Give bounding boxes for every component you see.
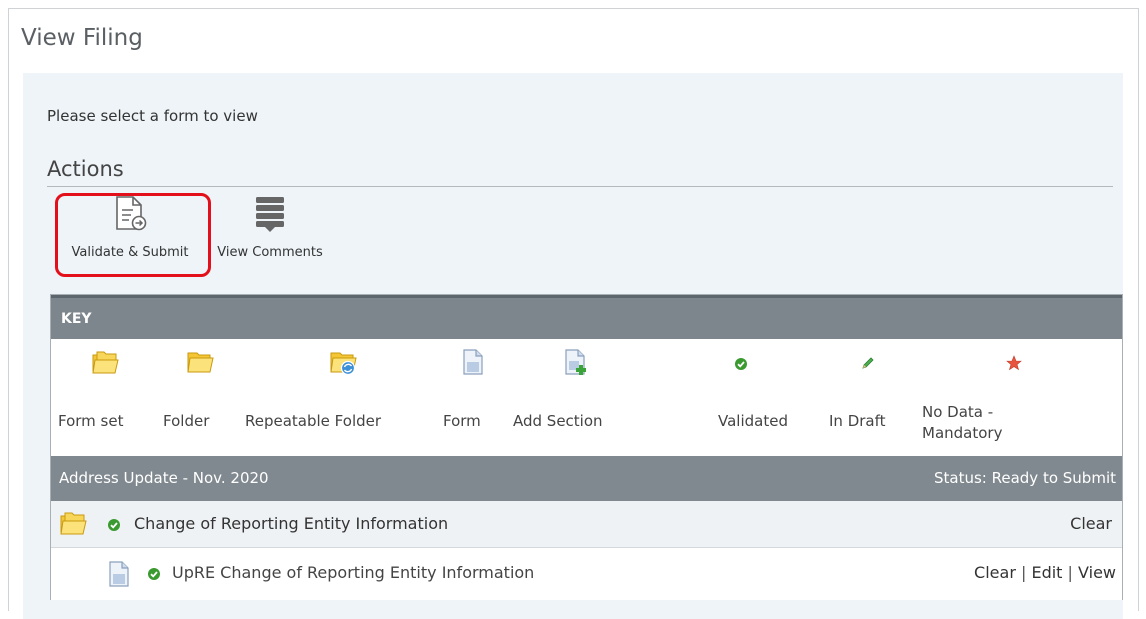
row-actions: Clear | Edit | View bbox=[974, 563, 1116, 582]
view-link[interactable]: View bbox=[1078, 563, 1116, 582]
clear-link[interactable]: Clear bbox=[974, 563, 1016, 582]
table-row[interactable]: UpRE Change of Reporting Entity Informat… bbox=[51, 548, 1122, 600]
actions-heading: Actions bbox=[47, 157, 124, 181]
separator: | bbox=[1067, 563, 1079, 582]
validated-icon bbox=[734, 356, 748, 375]
view-comments-label: View Comments bbox=[217, 245, 323, 260]
view-comments-button[interactable]: View Comments bbox=[215, 197, 325, 263]
highlight-box bbox=[55, 193, 211, 277]
key-label-form-set: Form set bbox=[58, 412, 124, 430]
key-label-add-section: Add Section bbox=[513, 412, 603, 430]
key-label-folder: Folder bbox=[163, 412, 210, 430]
row-title: UpRE Change of Reporting Entity Informat… bbox=[172, 563, 535, 582]
validated-icon bbox=[107, 517, 121, 536]
row-title: Change of Reporting Entity Information bbox=[134, 514, 449, 533]
table-row[interactable]: Change of Reporting Entity Information C… bbox=[51, 501, 1122, 548]
filing-group-header: Address Update - Nov. 2020 Status: Ready… bbox=[51, 456, 1122, 501]
key-label-validated: Validated bbox=[718, 412, 788, 430]
filing-grid: KEY Form set Folder Repeatable Folder Fo… bbox=[50, 294, 1123, 600]
key-label-form: Form bbox=[443, 412, 481, 430]
key-label-repeatable-folder: Repeatable Folder bbox=[245, 412, 382, 430]
repeatable-folder-icon bbox=[328, 349, 358, 381]
actions-divider bbox=[47, 186, 1113, 187]
filing-status: Status: Ready to Submit bbox=[934, 469, 1116, 487]
edit-link[interactable]: Edit bbox=[1031, 563, 1062, 582]
separator: | bbox=[1020, 563, 1032, 582]
filing-name: Address Update - Nov. 2020 bbox=[59, 469, 269, 487]
comments-icon bbox=[255, 195, 285, 237]
validated-icon bbox=[147, 566, 161, 585]
key-header: KEY bbox=[51, 295, 1122, 339]
form-icon bbox=[461, 348, 485, 380]
key-label-in-draft: In Draft bbox=[829, 412, 886, 430]
form-icon bbox=[107, 560, 131, 592]
key-label-no-data-mandatory: No Data - Mandatory bbox=[922, 403, 1003, 442]
page-title: View Filing bbox=[21, 25, 143, 51]
in-draft-icon bbox=[860, 355, 876, 375]
add-section-icon bbox=[563, 348, 589, 380]
instruction-text: Please select a form to view bbox=[47, 107, 258, 125]
form-set-icon bbox=[59, 510, 89, 540]
clear-link[interactable]: Clear bbox=[1070, 514, 1112, 533]
form-set-icon bbox=[91, 349, 121, 379]
folder-icon bbox=[185, 349, 215, 379]
no-data-mandatory-icon bbox=[1006, 355, 1022, 375]
view-filing-window: View Filing Please select a form to view… bbox=[8, 8, 1139, 619]
